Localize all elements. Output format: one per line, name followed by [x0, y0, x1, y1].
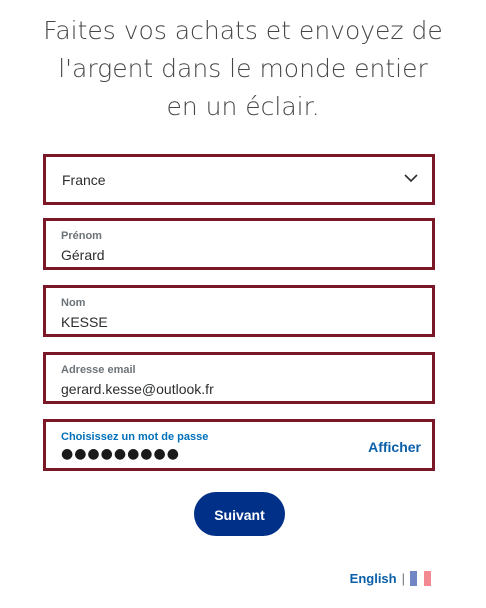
password-field[interactable]: Choisissez un mot de passe ●●●●●●●●● Aff… [43, 419, 435, 471]
page-headline: Faites vos achats et envoyez de l'argent… [43, 16, 443, 121]
password-masked-value[interactable]: ●●●●●●●●● [61, 446, 180, 462]
show-password-button[interactable]: Afficher [368, 439, 421, 455]
france-flag-icon[interactable] [410, 570, 431, 586]
first-name-field[interactable]: Prénom Gérard [43, 218, 435, 270]
email-field[interactable]: Adresse email gerard.kesse@outlook.fr [43, 352, 435, 404]
country-select-value: France [62, 172, 106, 188]
first-name-label: Prénom [61, 230, 102, 242]
language-separator: | [401, 570, 405, 586]
country-select[interactable]: France [43, 154, 435, 205]
first-name-value[interactable]: Gérard [61, 247, 105, 263]
english-language-link[interactable]: English [350, 571, 397, 586]
email-label: Adresse email [61, 364, 136, 376]
chevron-down-icon [404, 174, 418, 183]
language-selector: English | [350, 569, 431, 587]
email-value[interactable]: gerard.kesse@outlook.fr [61, 381, 214, 397]
password-label: Choisissez un mot de passe [61, 431, 209, 443]
last-name-label: Nom [61, 297, 86, 309]
next-button[interactable]: Suivant [194, 492, 285, 536]
last-name-value[interactable]: KESSE [61, 314, 108, 330]
last-name-field[interactable]: Nom KESSE [43, 285, 435, 337]
